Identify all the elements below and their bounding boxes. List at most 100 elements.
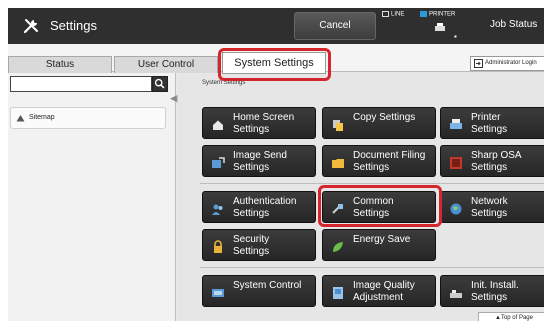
tab-user-control[interactable]: User Control [114,56,218,73]
line-status-icon [382,11,389,17]
button-label: System Control [233,280,311,292]
login-icon [474,59,483,68]
cancel-button[interactable]: Cancel [294,12,376,40]
sharp-osa-settings-button[interactable]: Sharp OSA Settings [440,145,544,177]
label-line-2: Adjustment [353,292,404,303]
label-line-2: Settings [471,208,508,219]
settings-screen: Settings Cancel LINE PRINTER ▪ Job Statu… [8,8,544,321]
main-content: System Settings Home Screen Settings Copy… [178,73,544,321]
system-control-icon [212,289,224,297]
button-label: Authentication Settings [233,196,311,220]
printer-icon [450,119,462,129]
leaf-icon [333,242,343,252]
button-label: Sharp OSA Settings [471,150,544,174]
sharp-osa-icon [450,157,462,169]
label-line-1: Init. Install. [471,280,519,291]
button-label: Common Settings [353,196,431,220]
label-line-1: Image Send [233,150,287,161]
label-line-2: Settings [233,162,270,173]
label-line-2: Settings [471,124,508,135]
label-line-1: Image Quality [353,280,415,291]
button-label: Image Quality Adjustment [353,280,431,304]
printer-settings-button[interactable]: Printer Settings [440,107,544,139]
security-settings-button[interactable]: Security Settings [202,229,316,261]
printer-status-icon [420,11,427,17]
divider [200,183,544,184]
line-indicator: LINE [382,11,404,18]
sitemap-icon [16,115,25,122]
label-line-1: Copy Settings [353,112,416,123]
document-filing-settings-button[interactable]: Document Filing Settings [322,145,436,177]
label-line-1: Printer [471,112,501,123]
button-label: Home Screen Settings [233,112,311,136]
network-settings-button[interactable]: Network Settings [440,191,544,223]
button-label: Document Filing Settings [353,150,431,174]
image-quality-adjustment-button[interactable]: Image Quality Adjustment [322,275,436,307]
button-label: Security Settings [233,234,311,258]
top-of-page-button[interactable]: ▲Top of Page [478,312,544,321]
label-line-2: Settings [353,208,390,219]
globe-icon [450,203,462,215]
label-line-1: Home Screen [233,112,295,123]
tools-icon [23,19,38,34]
search-icon [154,78,165,89]
common-settings-icon [332,204,343,214]
label-line-1: Authentication [233,196,297,207]
button-label: Image Send Settings [233,150,311,174]
image-quality-icon [333,287,343,299]
collapse-sidebar-icon[interactable]: ◀| [170,93,179,109]
tab-system-settings[interactable]: System Settings [222,52,326,74]
sidebar: ◀| Sitemap [8,73,179,321]
sidebar-item-sitemap[interactable]: Sitemap [10,107,166,129]
label-line-1: Common [353,196,394,207]
label-line-1: Document Filing [353,150,426,161]
label-line-1: Network [471,196,508,207]
breadcrumb: System Settings [202,80,246,86]
search-input[interactable] [10,76,152,92]
label-line-2: Settings [233,246,270,257]
sidebar-item-label: Sitemap [29,114,55,121]
tab-bar: Status User Control System Settings Admi… [8,44,544,74]
printer-small-icon [435,23,445,31]
button-label: Init. Install. Settings [471,280,544,304]
administrator-login-label: Administrator Login [485,60,537,66]
label-line-2: Settings [233,124,270,135]
button-label: Network Settings [471,196,544,220]
folder-icon [332,159,344,168]
home-screen-settings-button[interactable]: Home Screen Settings [202,107,316,139]
tab-status[interactable]: Status [8,56,112,73]
copy-settings-button[interactable]: Copy Settings [322,107,436,139]
label-line-1: Energy Save [353,234,411,245]
printer-indicator: PRINTER [420,11,455,18]
button-label: Printer Settings [471,112,544,136]
lock-icon [214,240,222,253]
label-line-2: Settings [471,162,508,173]
init-install-settings-button[interactable]: Init. Install. Settings [440,275,544,307]
administrator-login-button[interactable]: Administrator Login [470,56,544,71]
init-install-icon [450,290,462,298]
label-line-2: Settings [353,162,390,173]
button-label: Energy Save [353,234,431,246]
system-control-button[interactable]: System Control [202,275,316,307]
label-line-1: Security [233,234,270,245]
users-icon [212,204,223,215]
top-bar: Settings Cancel LINE PRINTER ▪ Job Statu… [8,8,544,44]
label-line-2: Settings [233,208,270,219]
common-settings-button[interactable]: Common Settings [322,191,436,223]
job-status-button[interactable]: Job Status [490,19,537,30]
label-line-1: System Control [233,280,302,291]
copy-icon [333,120,343,131]
button-label: Copy Settings [353,112,431,124]
label-line-2: Settings [471,292,508,303]
divider [200,267,544,268]
line-label: LINE [391,11,405,18]
label-line-1: Sharp OSA [471,150,522,161]
app-title: Settings [50,18,97,33]
energy-save-button[interactable]: Energy Save [322,229,436,261]
search-button[interactable] [152,76,168,92]
image-send-icon [212,157,225,168]
printer-label: PRINTER [429,11,456,18]
indicator-dot: ▪ [454,32,457,41]
authentication-settings-button[interactable]: Authentication Settings [202,191,316,223]
image-send-settings-button[interactable]: Image Send Settings [202,145,316,177]
